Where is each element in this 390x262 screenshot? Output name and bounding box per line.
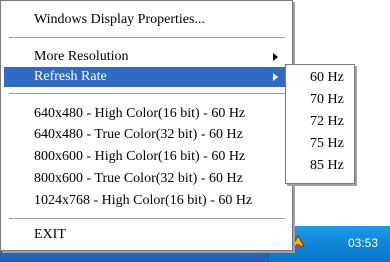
- menu-item-resolution-2[interactable]: 640x480 - True Color(32 bit) - 60 Hz: [4, 125, 288, 145]
- menu-item-label: 800x600 - True Color(32 bit) - 60 Hz: [34, 171, 243, 186]
- submenu-item-75hz[interactable]: 75 Hz: [288, 133, 352, 155]
- submenu-item-label: 70 Hz: [310, 92, 344, 107]
- tray-context-menu: Windows Display Properties... More Resol…: [0, 0, 293, 251]
- menu-item-label: EXIT: [34, 227, 66, 242]
- menu-separator: [9, 93, 285, 94]
- submenu-item-72hz[interactable]: 72 Hz: [288, 111, 352, 133]
- menu-item-exit[interactable]: EXIT: [4, 225, 288, 245]
- menu-item-label: 640x480 - High Color(16 bit) - 60 Hz: [34, 106, 246, 121]
- chevron-right-icon: [273, 73, 278, 81]
- menu-separator: [9, 218, 285, 219]
- submenu-item-label: 60 Hz: [310, 70, 344, 85]
- submenu-item-label: 75 Hz: [310, 136, 344, 151]
- menu-item-resolution-4[interactable]: 800x600 - True Color(32 bit) - 60 Hz: [4, 169, 288, 189]
- clock: 03:53: [347, 236, 378, 250]
- menu-item-label: 640x480 - True Color(32 bit) - 60 Hz: [34, 127, 243, 142]
- menu-item-label: Refresh Rate: [34, 69, 107, 84]
- menu-separator: [9, 37, 285, 38]
- chevron-right-icon: [273, 53, 278, 61]
- submenu-item-label: 72 Hz: [310, 114, 344, 129]
- menu-item-refresh-rate[interactable]: Refresh Rate: [4, 67, 288, 87]
- menu-item-resolution-5[interactable]: 1024x768 - High Color(16 bit) - 60 Hz: [4, 191, 288, 211]
- submenu-item-60hz[interactable]: 60 Hz: [288, 67, 352, 89]
- submenu-item-70hz[interactable]: 70 Hz: [288, 89, 352, 111]
- menu-item-more-resolution[interactable]: More Resolution: [4, 47, 288, 67]
- menu-item-label: 800x600 - High Color(16 bit) - 60 Hz: [34, 149, 246, 164]
- menu-item-label: 1024x768 - High Color(16 bit) - 60 Hz: [34, 193, 253, 208]
- menu-item-label: More Resolution: [34, 49, 129, 64]
- menu-item-display-properties[interactable]: Windows Display Properties...: [4, 10, 288, 30]
- refresh-rate-submenu: 60 Hz 70 Hz 72 Hz 75 Hz 85 Hz: [285, 64, 355, 184]
- submenu-item-85hz[interactable]: 85 Hz: [288, 155, 352, 177]
- menu-item-resolution-3[interactable]: 800x600 - High Color(16 bit) - 60 Hz: [4, 147, 288, 167]
- menu-item-label: Windows Display Properties...: [34, 12, 205, 27]
- submenu-item-label: 85 Hz: [310, 158, 344, 173]
- menu-item-resolution-1[interactable]: 640x480 - High Color(16 bit) - 60 Hz: [4, 104, 288, 124]
